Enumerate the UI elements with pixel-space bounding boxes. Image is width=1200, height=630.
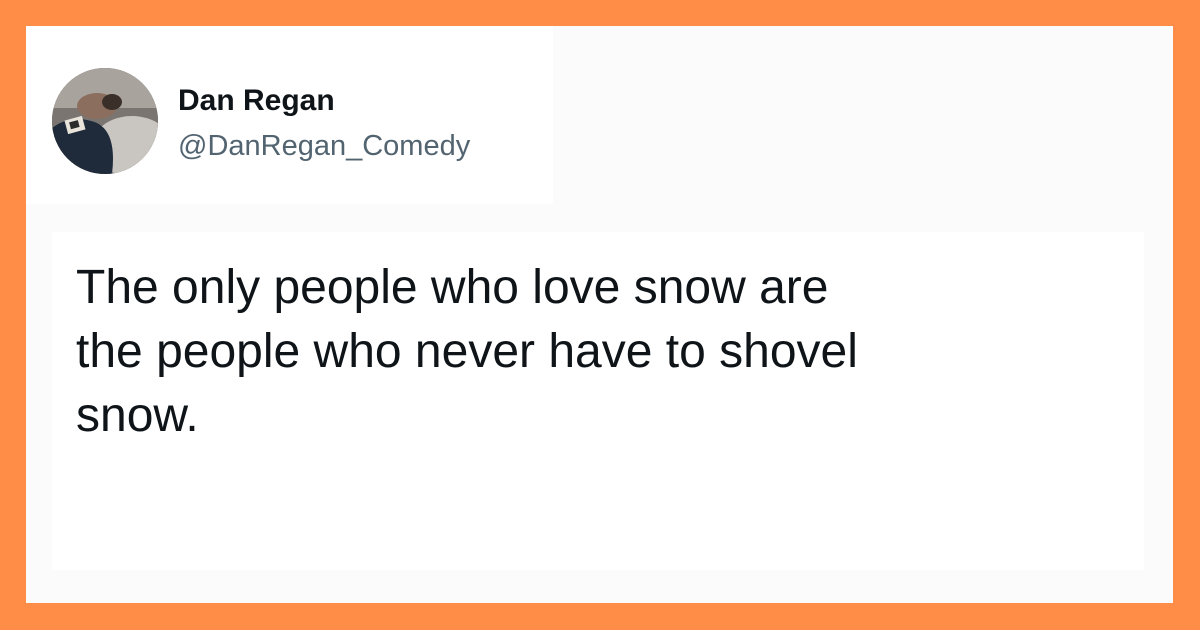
profile-photo-icon xyxy=(52,68,158,174)
author-avatar[interactable] xyxy=(52,68,158,174)
author-handle[interactable]: @DanRegan_Comedy xyxy=(178,128,470,164)
tweet-text: The only people who love snow are the pe… xyxy=(76,261,858,442)
orange-frame: Dan Regan @DanRegan_Comedy The only peop… xyxy=(0,0,1200,630)
author-display-name[interactable]: Dan Regan xyxy=(178,83,335,119)
tweet-card: Dan Regan @DanRegan_Comedy The only peop… xyxy=(26,26,1173,603)
